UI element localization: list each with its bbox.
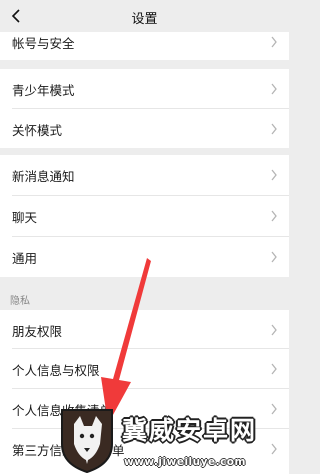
watermark: 冀威安卓网 www.jiweiluye.com <box>40 400 289 474</box>
wolf-shield-logo <box>61 409 113 474</box>
watermark-title: 冀威安卓网 <box>122 416 258 445</box>
watermark-url: www.jiweiluye.com <box>124 456 246 468</box>
